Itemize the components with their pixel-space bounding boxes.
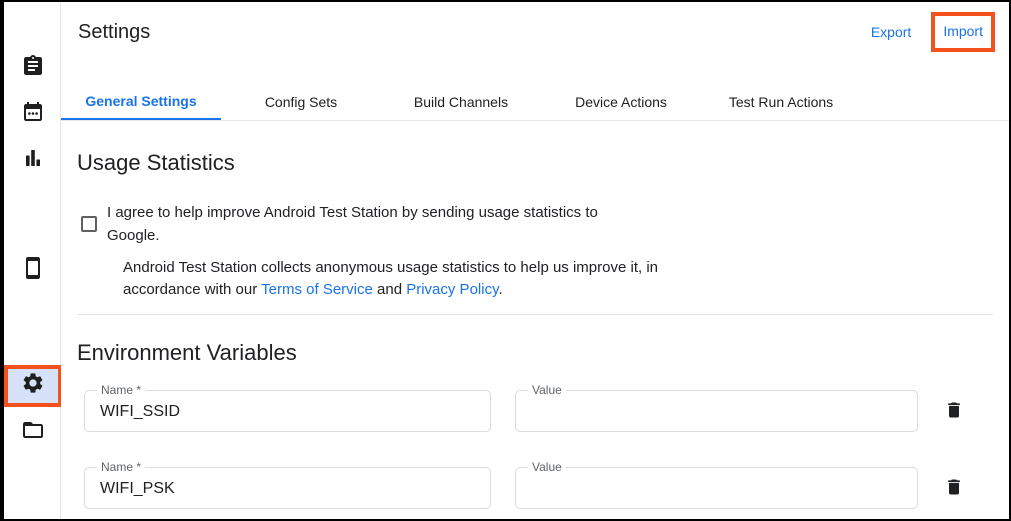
env-name-input[interactable] — [85, 468, 490, 508]
terms-of-service-link[interactable]: Terms of Service — [261, 281, 373, 298]
usage-agree-label: I agree to help improve Android Test Sta… — [107, 201, 598, 247]
clipboard-icon — [21, 54, 45, 83]
usage-description-period: . — [498, 281, 502, 298]
smartphone-icon — [21, 256, 45, 285]
header-actions: Export Import — [871, 12, 995, 52]
sidebar — [4, 2, 61, 519]
main-panel: Settings Export Import General Settings … — [61, 2, 1009, 519]
env-name-field-wrapper: Name * — [84, 390, 491, 432]
privacy-policy-link[interactable]: Privacy Policy — [406, 281, 498, 298]
delete-env-var-button[interactable] — [944, 400, 964, 423]
usage-description-prefix: accordance with our — [123, 281, 261, 298]
usage-agree-checkbox[interactable] — [81, 216, 97, 232]
env-name-input[interactable] — [85, 391, 490, 431]
usage-agree-row: I agree to help improve Android Test Sta… — [77, 201, 993, 247]
gear-icon — [21, 371, 45, 400]
annotation-box-import: Import — [931, 12, 995, 52]
env-value-label: Value — [528, 384, 566, 396]
env-name-label: Name * — [97, 384, 145, 396]
environment-variables-heading: Environment Variables — [77, 340, 993, 366]
usage-description: Android Test Station collects anonymous … — [123, 257, 993, 301]
usage-description-line1: Android Test Station collects anonymous … — [123, 257, 993, 279]
delete-env-var-button[interactable] — [944, 477, 964, 500]
bar-chart-icon — [21, 146, 45, 175]
folder-icon — [21, 418, 45, 447]
export-button[interactable]: Export — [871, 24, 911, 40]
sidebar-item-settings[interactable] — [4, 373, 61, 397]
env-value-input[interactable] — [516, 391, 917, 431]
settings-content: Usage Statistics I agree to help improve… — [61, 150, 1009, 509]
tab-build-channels[interactable]: Build Channels — [381, 84, 541, 120]
trash-icon — [944, 400, 964, 423]
env-value-field-wrapper: Value — [515, 390, 918, 432]
section-divider — [77, 314, 993, 315]
tab-device-actions[interactable]: Device Actions — [541, 84, 701, 120]
sidebar-item-devices[interactable] — [4, 258, 61, 282]
sidebar-item-reports[interactable] — [4, 148, 61, 172]
app: Settings Export Import General Settings … — [4, 2, 1009, 519]
sidebar-item-file-browser[interactable] — [4, 420, 61, 444]
calendar-icon — [21, 100, 45, 129]
trash-icon — [944, 477, 964, 500]
app-frame: Settings Export Import General Settings … — [0, 0, 1011, 521]
env-name-field-wrapper: Name * — [84, 467, 491, 509]
env-name-label: Name * — [97, 461, 145, 473]
tab-general-settings[interactable]: General Settings — [61, 84, 221, 120]
usage-agree-line2: Google. — [107, 224, 598, 247]
usage-agree-line1: I agree to help improve Android Test Sta… — [107, 201, 598, 224]
sidebar-item-test-plans[interactable] — [4, 102, 61, 126]
env-value-label: Value — [528, 461, 566, 473]
tab-bar: General Settings Config Sets Build Chann… — [61, 84, 1009, 121]
usage-statistics-heading: Usage Statistics — [77, 150, 993, 176]
env-var-row: Name * Value — [84, 390, 993, 432]
tab-test-run-actions[interactable]: Test Run Actions — [701, 84, 861, 120]
env-value-field-wrapper: Value — [515, 467, 918, 509]
import-button[interactable]: Import — [943, 23, 983, 39]
env-var-row: Name * Value — [84, 467, 993, 509]
env-value-input[interactable] — [516, 468, 917, 508]
page-header: Settings Export Import — [61, 2, 1009, 58]
usage-description-line2: accordance with our Terms of Service and… — [123, 279, 993, 301]
sidebar-item-tests[interactable] — [4, 56, 61, 80]
page-title: Settings — [78, 21, 150, 44]
usage-description-and: and — [373, 281, 406, 298]
tab-config-sets[interactable]: Config Sets — [221, 84, 381, 120]
